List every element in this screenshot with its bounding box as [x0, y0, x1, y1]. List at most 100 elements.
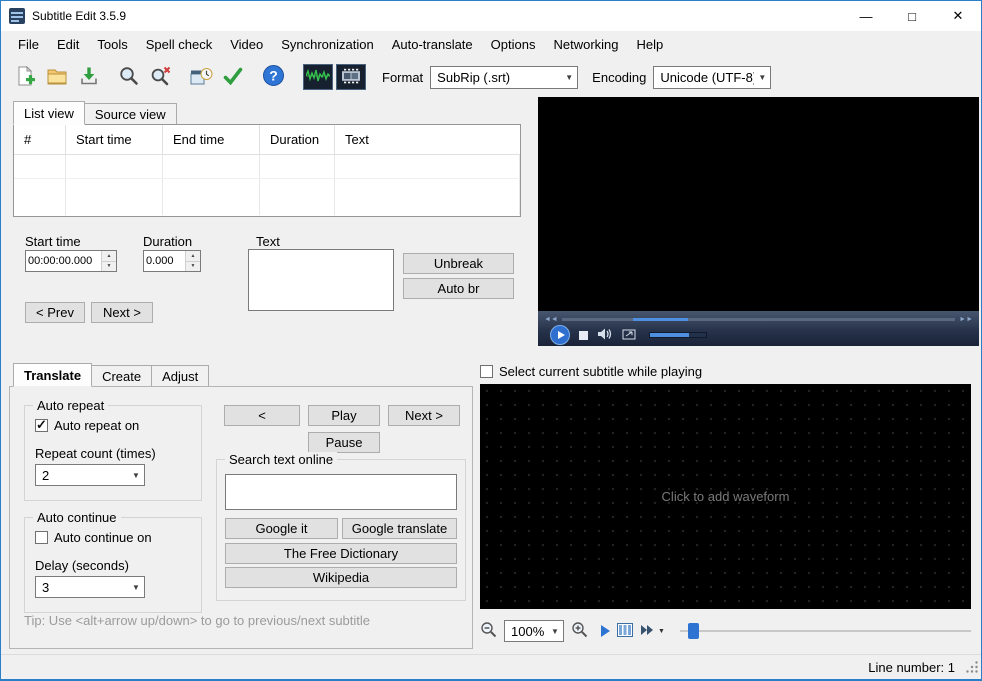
delay-dropdown[interactable]: 3 ▼ [35, 576, 145, 598]
find-button[interactable] [113, 62, 145, 92]
auto-repeat-checkbox-row[interactable]: Auto repeat on [35, 417, 139, 433]
zoom-out-icon [480, 622, 497, 641]
empty-row [14, 155, 520, 179]
status-bar: Line number: 1 [1, 654, 981, 679]
zoom-in-button[interactable] [571, 621, 588, 641]
seek-bar[interactable]: ◄◄ ►► [544, 314, 973, 324]
waveform-area[interactable]: Click to add waveform [480, 384, 971, 609]
menu-networking[interactable]: Networking [544, 33, 627, 56]
help-button[interactable]: ? [257, 62, 289, 92]
unbreak-button[interactable]: Unbreak [403, 253, 514, 274]
zoom-level-value: 100% [511, 623, 545, 639]
fullscreen-button[interactable] [622, 328, 636, 343]
select-subtitle-checkbox-row[interactable]: Select current subtitle while playing [480, 364, 702, 379]
volume-button[interactable] [597, 327, 613, 344]
maximize-button[interactable]: □ [889, 1, 935, 31]
subtitle-list[interactable]: # Start time End time Duration Text [13, 124, 521, 217]
next-translate-button[interactable]: Next > [388, 405, 460, 426]
tab-create[interactable]: Create [91, 365, 153, 387]
wikipedia-button[interactable]: Wikipedia [225, 567, 457, 588]
menu-help[interactable]: Help [628, 33, 673, 56]
slider-thumb[interactable] [687, 623, 699, 639]
player-buttons [550, 325, 969, 345]
menu-options[interactable]: Options [482, 33, 545, 56]
visual-sync-button[interactable] [185, 62, 217, 92]
waveform-position-slider[interactable] [679, 621, 971, 641]
waveform-play-button[interactable] [601, 625, 610, 637]
menu-synchronization[interactable]: Synchronization [272, 33, 383, 56]
menu-auto-translate[interactable]: Auto-translate [383, 33, 482, 56]
open-button[interactable] [41, 62, 73, 92]
google-it-button[interactable]: Google it [225, 518, 338, 539]
stop-button[interactable] [579, 330, 588, 340]
prev-subtitle-button[interactable]: < Prev [25, 302, 85, 323]
zoom-out-button[interactable] [480, 621, 497, 641]
auto-repeat-checkbox[interactable] [35, 417, 48, 433]
volume-slider[interactable] [649, 332, 707, 338]
minimize-button[interactable]: — [843, 1, 889, 31]
auto-br-button[interactable]: Auto br [403, 278, 514, 299]
replace-button[interactable] [145, 62, 177, 92]
auto-continue-checkbox-row[interactable]: Auto continue on [35, 530, 152, 545]
column-text[interactable]: Text [335, 125, 520, 154]
subtitle-text-input[interactable] [248, 249, 394, 311]
menu-spell-check[interactable]: Spell check [137, 33, 221, 56]
close-button[interactable]: ✕ [935, 1, 981, 31]
menu-tools[interactable]: Tools [88, 33, 136, 56]
playback-speed-button[interactable] [640, 624, 654, 639]
format-value: SubRip (.srt) [437, 69, 511, 85]
menu-video[interactable]: Video [221, 33, 272, 56]
spinner-buttons[interactable]: ▲ ▼ [101, 251, 116, 271]
seek-track[interactable] [561, 317, 956, 321]
encoding-label: Encoding [592, 69, 647, 85]
format-label: Format [382, 69, 424, 85]
duration-spinner[interactable]: ▲▼ [143, 250, 201, 272]
video-display[interactable] [538, 97, 979, 311]
vertical-zoom-button[interactable] [617, 622, 633, 640]
encoding-dropdown[interactable]: Unicode (UTF-8) ▼ [653, 65, 772, 89]
repeat-count-dropdown[interactable]: 2 ▼ [35, 464, 145, 486]
spin-down-icon[interactable]: ▼ [186, 261, 200, 271]
save-button[interactable] [73, 62, 105, 92]
tab-list-view[interactable]: List view [13, 101, 85, 125]
next-subtitle-button[interactable]: Next > [91, 302, 153, 323]
open-folder-icon [46, 66, 68, 89]
spin-up-icon[interactable]: ▲ [102, 251, 116, 262]
spinner-buttons[interactable]: ▲ ▼ [185, 251, 200, 271]
menu-edit[interactable]: Edit [48, 33, 88, 56]
google-translate-button[interactable]: Google translate [342, 518, 457, 539]
waveform-toggle-button[interactable] [303, 64, 333, 90]
column-start-time[interactable]: Start time [66, 125, 163, 154]
chevron-down-icon[interactable]: ▼ [658, 628, 665, 635]
repeat-count-value: 2 [42, 467, 50, 483]
back-button[interactable]: < [224, 405, 300, 426]
video-toggle-button[interactable] [336, 64, 366, 90]
titlebar[interactable]: Subtitle Edit 3.5.9 — □ ✕ [1, 1, 981, 31]
tab-source-view[interactable]: Source view [83, 103, 177, 125]
spin-down-icon[interactable]: ▼ [102, 261, 116, 271]
play-button[interactable] [550, 325, 570, 345]
chevron-down-icon: ▼ [551, 626, 559, 636]
play-translate-button[interactable]: Play [308, 405, 380, 426]
format-dropdown[interactable]: SubRip (.srt) ▼ [430, 65, 579, 89]
column-duration[interactable]: Duration [260, 125, 335, 154]
menu-file[interactable]: File [9, 33, 48, 56]
free-dictionary-button[interactable]: The Free Dictionary [225, 543, 457, 564]
column-end-time[interactable]: End time [163, 125, 260, 154]
new-button[interactable] [9, 62, 41, 92]
spin-up-icon[interactable]: ▲ [186, 251, 200, 262]
start-time-spinner[interactable]: ▲▼ [25, 250, 117, 272]
zoom-in-icon [571, 622, 588, 641]
resize-grip[interactable] [966, 661, 979, 677]
zoom-level-dropdown[interactable]: 100% ▼ [504, 620, 564, 642]
tab-translate[interactable]: Translate [13, 363, 93, 387]
pause-button[interactable]: Pause [308, 432, 380, 453]
start-time-input[interactable] [26, 251, 101, 271]
select-subtitle-checkbox[interactable] [480, 365, 493, 378]
auto-continue-checkbox[interactable] [35, 531, 48, 544]
search-online-input[interactable] [225, 474, 457, 510]
spell-check-button[interactable] [217, 62, 249, 92]
duration-input[interactable] [144, 251, 185, 271]
tab-adjust[interactable]: Adjust [151, 365, 210, 387]
column-number[interactable]: # [14, 125, 66, 154]
